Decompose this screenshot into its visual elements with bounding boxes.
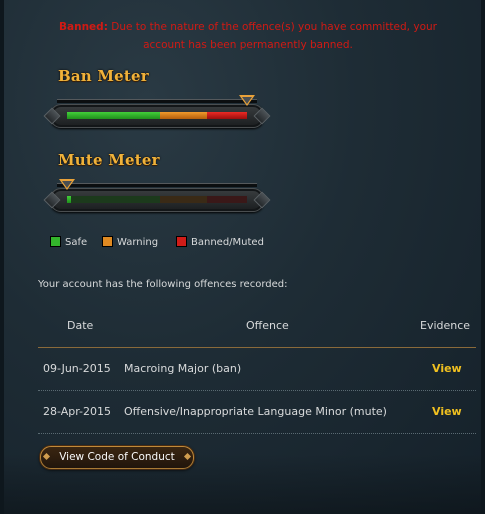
- banned-notice: Banned: Due to the nature of the offence…: [38, 18, 458, 54]
- view-code-of-conduct-button[interactable]: View Code of Conduct: [40, 446, 194, 469]
- ban-meter: [43, 95, 271, 128]
- view-evidence-link[interactable]: View: [432, 405, 462, 418]
- mute-meter-banned-segment: [207, 196, 247, 203]
- column-header-date: Date: [67, 319, 94, 332]
- mute-meter-fill: [67, 196, 71, 203]
- ban-meter-right-cap: [253, 107, 271, 125]
- ban-meter-pointer-icon: [239, 95, 255, 106]
- offences-intro: Your account has the following offences …: [38, 279, 288, 290]
- ban-meter-left-cap: [43, 107, 61, 125]
- offence-description: Macroing Major (ban): [124, 362, 242, 375]
- column-header-evidence: Evidence: [420, 319, 471, 332]
- ban-meter-banned-segment: [207, 112, 247, 119]
- mute-meter: [43, 179, 271, 212]
- offence-description: Offensive/Inappropriate Language Minor (…: [124, 405, 387, 418]
- ban-meter-safe-segment: [67, 112, 160, 119]
- ban-meter-track: [67, 112, 247, 119]
- header-divider: [38, 347, 476, 348]
- mute-meter-rail: [57, 183, 257, 187]
- ban-meter-warning-segment: [160, 112, 207, 119]
- legend-safe-label: Safe: [65, 237, 88, 248]
- offence-date: 28-Apr-2015: [43, 405, 112, 418]
- mute-meter-left-cap: [43, 191, 61, 209]
- legend-banned-muted-label: Banned/Muted: [191, 237, 264, 248]
- banned-label: Banned:: [59, 21, 108, 33]
- mute-meter-safe-segment: [67, 196, 160, 203]
- mute-meter-pointer-icon: [59, 179, 75, 190]
- ban-meter-rail: [57, 99, 257, 103]
- warning-swatch-icon: [102, 236, 113, 247]
- legend-banned-muted: Banned/Muted: [176, 236, 264, 248]
- row-divider: [38, 433, 476, 434]
- mute-meter-warning-segment: [160, 196, 207, 203]
- offence-date: 09-Jun-2015: [43, 362, 111, 375]
- legend-safe: Safe: [50, 236, 87, 248]
- legend-warning-label: Warning: [117, 237, 159, 248]
- mute-meter-track: [67, 196, 247, 203]
- ban-meter-title: Ban Meter: [58, 67, 149, 85]
- banned-message: Due to the nature of the offence(s) you …: [111, 21, 437, 51]
- legend-warning: Warning: [102, 236, 158, 248]
- view-evidence-link[interactable]: View: [432, 362, 462, 375]
- mute-meter-title: Mute Meter: [58, 151, 160, 169]
- banned-swatch-icon: [176, 236, 187, 247]
- row-divider: [38, 390, 476, 391]
- column-header-offence: Offence: [246, 319, 289, 332]
- offences-panel: Banned: Due to the nature of the offence…: [0, 0, 485, 514]
- safe-swatch-icon: [50, 236, 61, 247]
- mute-meter-right-cap: [253, 191, 271, 209]
